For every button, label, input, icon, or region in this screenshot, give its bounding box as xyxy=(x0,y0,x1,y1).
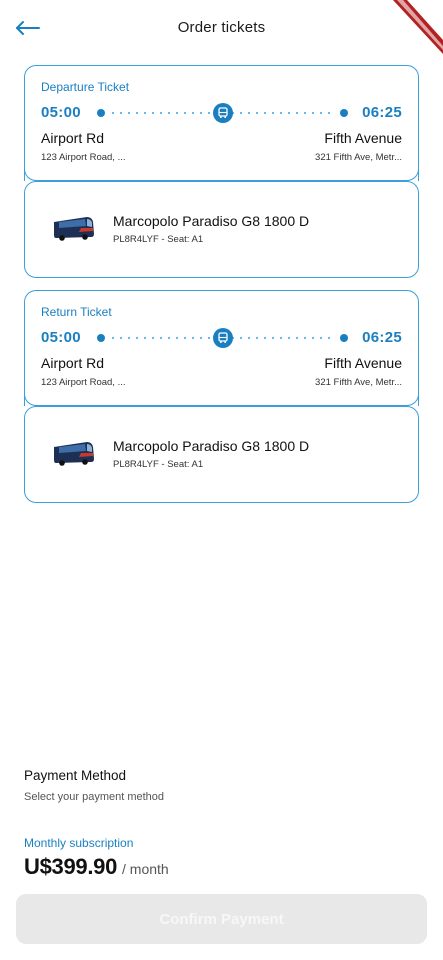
bus-name: Marcopolo Paradiso G8 1800 D xyxy=(113,438,310,454)
route-line xyxy=(97,103,348,123)
price-row: U$399.90 / month xyxy=(24,854,169,880)
return-ticket-card[interactable]: Return Ticket 05:00 06:25 Airport Rd Fif… xyxy=(24,290,419,503)
destination-dot xyxy=(340,334,348,342)
ticket-label: Departure Ticket xyxy=(41,80,130,94)
ticket-label: Return Ticket xyxy=(41,305,112,319)
origin-station: Airport Rd xyxy=(41,130,105,146)
bus-icon xyxy=(212,103,233,123)
destination-address: 321 Fifth Ave, Metr... xyxy=(315,152,402,163)
payment-method-section[interactable]: Payment Method Select your payment metho… xyxy=(24,768,419,803)
origin-address: 123 Airport Road, ... xyxy=(41,152,126,163)
price-amount: U$399.90 xyxy=(24,854,118,879)
bus-name: Marcopolo Paradiso G8 1800 D xyxy=(113,213,310,229)
ticket-route-section: Departure Ticket 05:00 06:25 Airport Rd … xyxy=(24,65,419,181)
plan-label: Monthly subscription xyxy=(24,836,134,850)
ticket-route-section: Return Ticket 05:00 06:25 Airport Rd Fif… xyxy=(24,290,419,406)
ticket-bus-section: Marcopolo Paradiso G8 1800 D PL8R4LYF - … xyxy=(24,406,419,503)
arrival-time: 06:25 xyxy=(362,329,402,346)
bus-image xyxy=(54,217,94,241)
debug-banner xyxy=(373,0,443,60)
price-period: / month xyxy=(122,861,169,877)
bus-seat-info: PL8R4LYF - Seat: A1 xyxy=(113,459,204,470)
destination-station: Fifth Avenue xyxy=(324,355,402,371)
origin-dot xyxy=(97,109,105,117)
route-line xyxy=(97,328,348,348)
departure-time: 05:00 xyxy=(41,104,81,121)
destination-dot xyxy=(340,109,348,117)
destination-address: 321 Fifth Ave, Metr... xyxy=(315,377,402,388)
destination-station: Fifth Avenue xyxy=(324,130,402,146)
arrival-time: 06:25 xyxy=(362,104,402,121)
bus-icon xyxy=(212,328,233,348)
origin-address: 123 Airport Road, ... xyxy=(41,377,126,388)
app-header: Order tickets xyxy=(0,0,443,58)
departure-ticket-card[interactable]: Departure Ticket 05:00 06:25 Airport Rd … xyxy=(24,65,419,278)
bus-image xyxy=(54,442,94,466)
payment-method-title: Payment Method xyxy=(24,768,127,783)
payment-method-subtitle: Select your payment method xyxy=(24,791,165,803)
origin-dot xyxy=(97,334,105,342)
origin-station: Airport Rd xyxy=(41,355,105,371)
departure-time: 05:00 xyxy=(41,329,81,346)
ticket-bus-section: Marcopolo Paradiso G8 1800 D PL8R4LYF - … xyxy=(24,181,419,278)
bus-seat-info: PL8R4LYF - Seat: A1 xyxy=(113,234,204,245)
confirm-payment-button[interactable]: Confirm Payment xyxy=(16,894,427,944)
